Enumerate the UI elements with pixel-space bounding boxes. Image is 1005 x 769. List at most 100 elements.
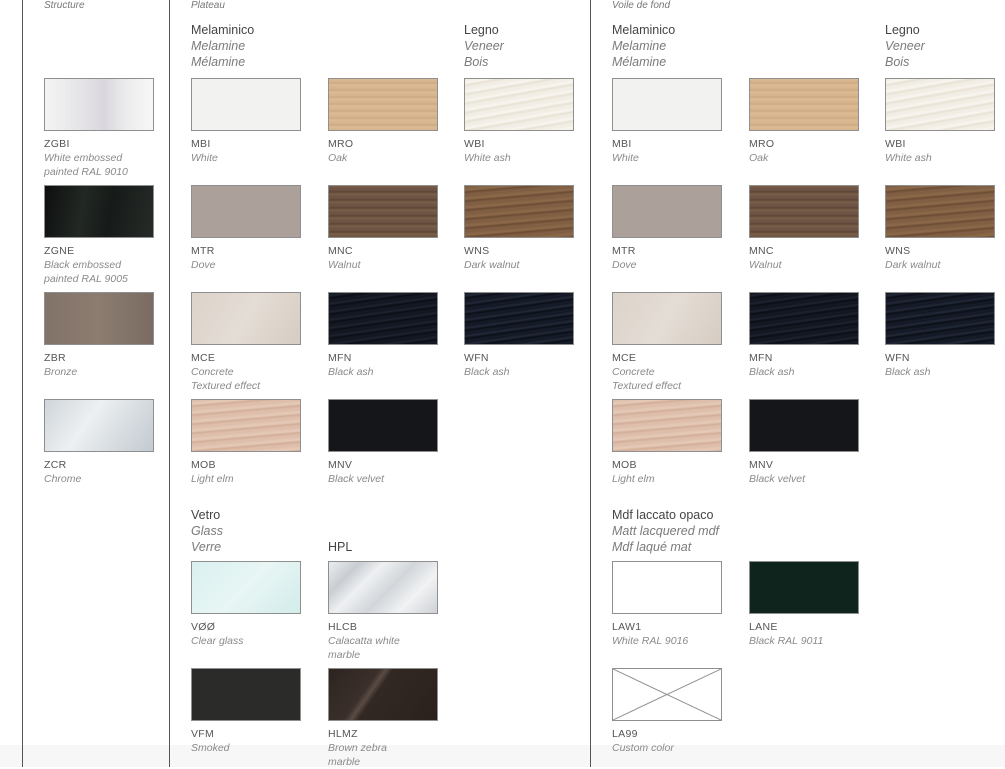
voile-swatch-wns[interactable] xyxy=(885,185,995,238)
voile-swatch-mob[interactable] xyxy=(612,399,722,452)
finish-name-line2: painted RAL 9010 xyxy=(44,166,128,178)
voile-caption-mnv: MNV Black velvet xyxy=(749,458,805,486)
swatch-zgbi[interactable] xyxy=(44,78,154,131)
voile-caption-la99: LA99 Custom color xyxy=(612,727,674,755)
finish-code: MCE xyxy=(191,352,216,364)
plateau-swatch-v00[interactable] xyxy=(191,561,301,614)
heading-fr: Mélamine xyxy=(191,55,246,69)
finish-name: Oak xyxy=(749,152,769,164)
finish-name: Walnut xyxy=(328,259,361,271)
plateau-glass-heading: Vetro Glass Verre xyxy=(191,507,223,555)
finish-name: Black ash xyxy=(885,366,931,378)
plateau-swatch-mob[interactable] xyxy=(191,399,301,452)
finish-code: MFN xyxy=(328,352,352,364)
finish-code: MCE xyxy=(612,352,637,364)
heading-en: Melamine xyxy=(191,39,246,53)
plateau-swatch-wbi[interactable] xyxy=(464,78,574,131)
heading-en: Veneer xyxy=(464,39,504,53)
finish-name: Calacatta white xyxy=(328,635,400,647)
heading-en: Melamine xyxy=(612,39,667,53)
finish-code: MRO xyxy=(328,138,354,150)
swatch-zgne[interactable] xyxy=(44,185,154,238)
voile-swatch-wbi[interactable] xyxy=(885,78,995,131)
voile-swatch-mnv[interactable] xyxy=(749,399,859,452)
finish-name: Chrome xyxy=(44,473,82,485)
finish-name: Black velvet xyxy=(328,473,385,485)
voile-swatch-mtr[interactable] xyxy=(612,185,722,238)
heading-fr: Verre xyxy=(191,540,222,554)
voile-veneer-heading: Legno Veneer Bois xyxy=(885,22,925,70)
structure-header: Structure xyxy=(44,0,85,11)
finish-code: MTR xyxy=(612,245,636,257)
voile-caption-mro: MRO Oak xyxy=(749,137,774,165)
voile-caption-mce: MCE Concrete Textured effect xyxy=(612,351,681,393)
plateau-swatch-mnc[interactable] xyxy=(328,185,438,238)
plateau-swatch-mtr[interactable] xyxy=(191,185,301,238)
finish-name: Oak xyxy=(328,152,348,164)
finish-name: Smoked xyxy=(191,742,230,754)
swatch-zcr[interactable] xyxy=(44,399,154,452)
voile-swatch-mce[interactable] xyxy=(612,292,722,345)
plateau-swatch-mfn[interactable] xyxy=(328,292,438,345)
plateau-swatch-wfn[interactable] xyxy=(464,292,574,345)
finish-code: VØØ xyxy=(191,621,216,633)
swatch-zbr[interactable] xyxy=(44,292,154,345)
finish-code: LANE xyxy=(749,621,778,633)
voile-swatch-mbi[interactable] xyxy=(612,78,722,131)
voile-caption-wbi: WBI White ash xyxy=(885,137,932,165)
voile-caption-mnc: MNC Walnut xyxy=(749,244,782,272)
voile-header: Voile de fond xyxy=(612,0,671,11)
custom-color-cross-icon xyxy=(613,669,721,720)
page-bottom-band xyxy=(0,745,1005,767)
caption-zcr: ZCR Chrome xyxy=(44,458,81,486)
voile-caption-law1: LAW1 White RAL 9016 xyxy=(612,620,688,648)
finish-code: LA99 xyxy=(612,728,638,740)
heading-it: HPL xyxy=(328,540,353,554)
plateau-swatch-mnv[interactable] xyxy=(328,399,438,452)
voile-swatch-mfn[interactable] xyxy=(749,292,859,345)
plateau-swatch-wns[interactable] xyxy=(464,185,574,238)
plateau-caption-mtr: MTR Dove xyxy=(191,244,216,272)
finish-code: LAW1 xyxy=(612,621,642,633)
voile-swatch-lane[interactable] xyxy=(749,561,859,614)
finish-name: Concrete xyxy=(191,366,234,378)
finish-name: Dark walnut xyxy=(885,259,941,271)
plateau-swatch-hlmz[interactable] xyxy=(328,668,438,721)
finish-code: MNV xyxy=(328,459,353,471)
heading-en: Veneer xyxy=(885,39,925,53)
plateau-swatch-vfm[interactable] xyxy=(191,668,301,721)
voile-mdf-heading: Mdf laccato opaco Matt lacquered mdf Mdf… xyxy=(612,507,719,555)
finish-name: White ash xyxy=(464,152,511,164)
finish-code: WFN xyxy=(885,352,910,364)
plateau-swatch-mro[interactable] xyxy=(328,78,438,131)
finish-code: MOB xyxy=(191,459,216,471)
voile-swatch-mro[interactable] xyxy=(749,78,859,131)
plateau-swatch-mbi[interactable] xyxy=(191,78,301,131)
voile-swatch-wfn[interactable] xyxy=(885,292,995,345)
caption-zgne: ZGNE Black embossed painted RAL 9005 xyxy=(44,244,128,286)
finish-name-line2: Textured effect xyxy=(191,380,261,392)
finish-code: WNS xyxy=(885,245,911,257)
plateau-header: Plateau xyxy=(191,0,225,11)
plateau-swatch-mce[interactable] xyxy=(191,292,301,345)
finish-name: White xyxy=(612,152,639,164)
finish-name: Clear glass xyxy=(191,635,244,647)
heading-it: Vetro xyxy=(191,508,221,522)
finish-name: Walnut xyxy=(749,259,782,271)
caption-zgbi: ZGBI White embossed painted RAL 9010 xyxy=(44,137,128,179)
voile-caption-wfn: WFN Black ash xyxy=(885,351,931,379)
plateau-swatch-hlcb[interactable] xyxy=(328,561,438,614)
finish-code: VFM xyxy=(191,728,215,740)
voile-swatch-mnc[interactable] xyxy=(749,185,859,238)
structure-divider xyxy=(169,0,170,767)
finish-code: HLMZ xyxy=(328,728,358,740)
voile-swatch-la99[interactable] xyxy=(612,668,722,721)
plateau-caption-mnc: MNC Walnut xyxy=(328,244,361,272)
voile-swatch-law1[interactable] xyxy=(612,561,722,614)
voile-caption-lane: LANE Black RAL 9011 xyxy=(749,620,823,648)
finish-code: HLCB xyxy=(328,621,358,633)
plateau-hpl-heading: HPL xyxy=(328,539,352,555)
plateau-caption-wns: WNS Dark walnut xyxy=(464,244,519,272)
finish-name: Black ash xyxy=(464,366,510,378)
plateau-caption-wfn: WFN Black ash xyxy=(464,351,510,379)
